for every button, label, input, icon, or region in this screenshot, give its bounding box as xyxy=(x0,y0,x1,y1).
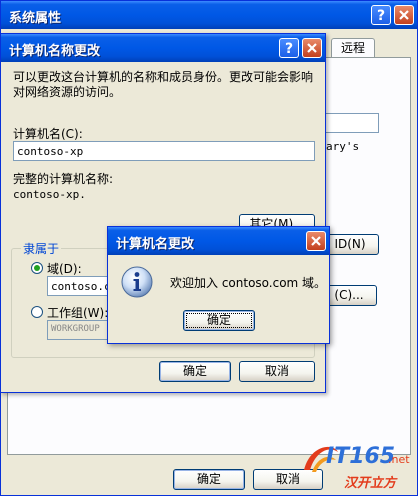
partial-text: ary's xyxy=(326,140,360,153)
computer-name-dialog-titlebar: 计算机名称更改 ? xyxy=(1,34,325,62)
full-computer-name-value: contoso-xp. xyxy=(13,188,86,201)
system-properties-close-button[interactable] xyxy=(394,5,414,25)
computer-name-ok-button[interactable]: 确定 xyxy=(159,361,231,382)
system-properties-ok-button[interactable]: 确定 xyxy=(173,469,245,490)
computer-name-dialog-title: 计算机名称更改 xyxy=(9,44,101,59)
computer-description-input[interactable] xyxy=(319,113,379,133)
tab-remote-label: 远程 xyxy=(340,41,365,55)
help-icon: ? xyxy=(284,41,294,57)
watermark-sub: 汉开立方 xyxy=(344,476,397,491)
computer-name-dialog-help-button[interactable]: ? xyxy=(279,38,299,58)
computer-name-input[interactable]: contoso-xp xyxy=(13,141,315,161)
domain-radio[interactable] xyxy=(31,262,43,274)
watermark-suffix: .net xyxy=(388,453,410,466)
computer-name-cancel-button[interactable]: 取消 xyxy=(239,361,315,382)
close-icon xyxy=(307,43,317,53)
workgroup-label: 工作组(W): xyxy=(47,306,109,320)
welcome-title: 计算机名更改 xyxy=(116,237,195,252)
domain-label: 域(D): xyxy=(47,262,82,276)
full-computer-name-label: 完整的计算机名称: xyxy=(13,172,114,186)
system-properties-title: 系统属性 xyxy=(9,11,62,26)
computer-name-description: 可以更改这台计算机的名称和成员身份。更改可能会影响对网络资源的访问。 xyxy=(13,70,314,99)
computer-name-dialog-close-button[interactable] xyxy=(302,38,322,58)
welcome-ok-button[interactable]: 确定 xyxy=(183,310,255,331)
info-icon xyxy=(121,266,153,298)
member-of-label: 隶属于 xyxy=(21,240,62,257)
computer-name-label: 计算机名(C): xyxy=(13,127,83,141)
welcome-titlebar: 计算机名更改 xyxy=(108,227,329,255)
system-properties-help-button[interactable]: ? xyxy=(371,5,391,25)
workgroup-radio[interactable] xyxy=(31,306,43,318)
welcome-close-button[interactable] xyxy=(306,231,326,251)
welcome-message-box: 计算机名更改 欢迎加入 contoso.com 域。 确定 xyxy=(107,226,330,344)
welcome-message: 欢迎加入 contoso.com 域。 xyxy=(170,276,327,290)
watermark-brand: IT165 xyxy=(326,444,396,469)
close-icon xyxy=(311,236,321,246)
help-icon: ? xyxy=(376,8,386,24)
system-properties-titlebar: 系统属性 ? xyxy=(1,1,417,29)
close-icon xyxy=(399,10,409,20)
tab-remote[interactable]: 远程 xyxy=(331,38,375,58)
it165-watermark-logo: IT165 .net 汉开立方 xyxy=(300,440,416,494)
